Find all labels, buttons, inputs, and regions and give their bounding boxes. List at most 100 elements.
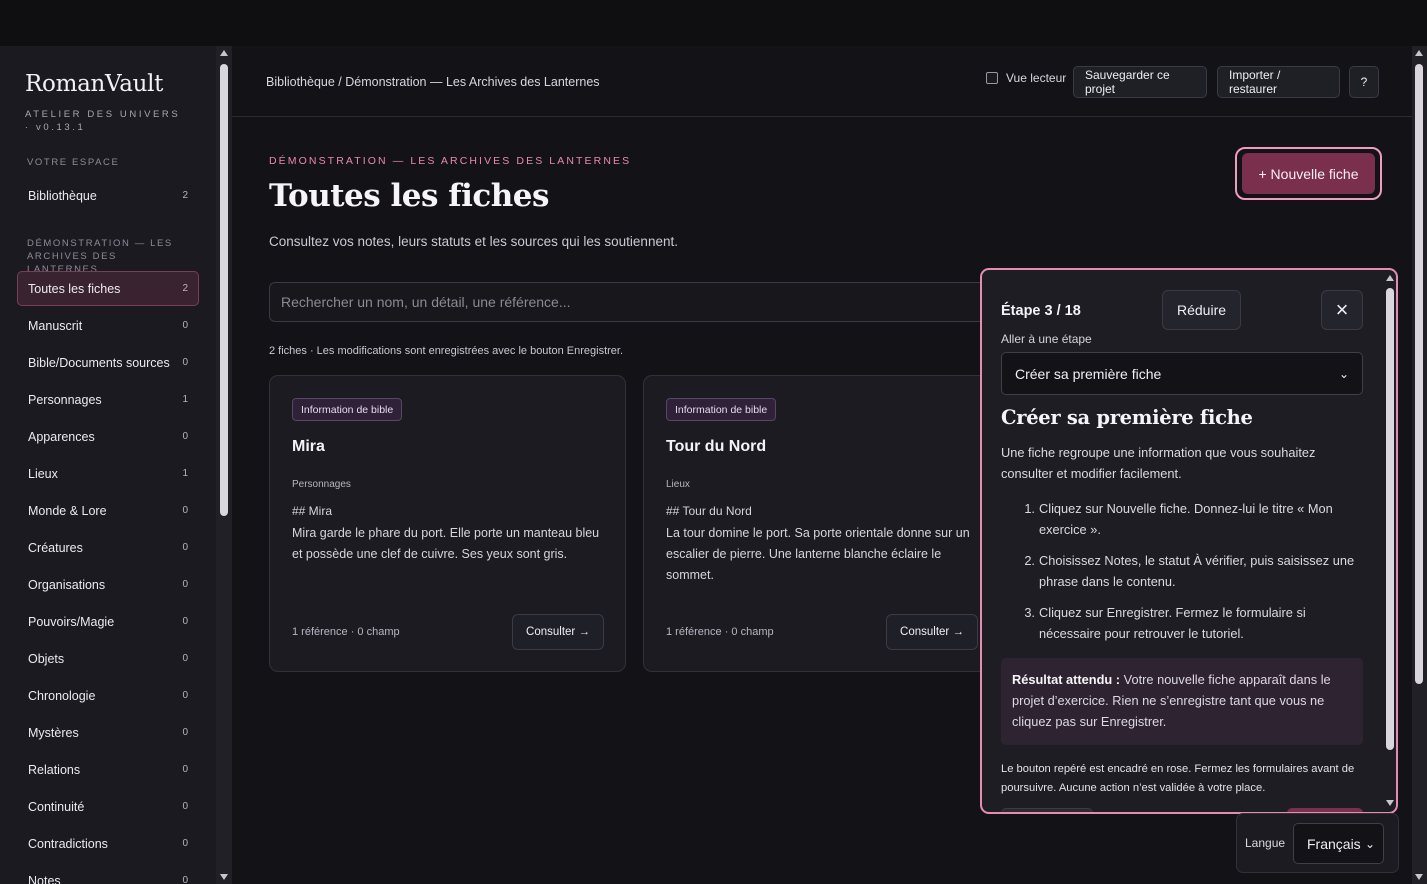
sidebar-item-places[interactable]: Lieux 1 [17,456,199,491]
sidebar-item-appearances[interactable]: Apparences 0 [17,419,199,454]
sidebar-item-label: Continuité [28,799,85,814]
card-category: Personnages [292,479,351,490]
scroll-down-arrow-icon[interactable] [1415,874,1423,880]
status-line: 2 fiches · Les modifications sont enregi… [269,345,624,357]
sidebar-item-label: Contradictions [28,836,108,851]
sidebar-item-label: Bible/Documents sources [28,355,170,370]
tutorial-intro: Une fiche regroupe une information que v… [1001,445,1316,481]
sidebar-item-count: 0 [182,431,188,442]
scroll-up-arrow-icon[interactable] [1415,50,1423,56]
sidebar-item-world-lore[interactable]: Monde & Lore 0 [17,493,199,528]
sidebar-item-count: 2 [182,190,188,201]
sidebar-item-label: Toutes les fiches [28,281,121,296]
tutorial-scrollbar[interactable] [1384,270,1396,812]
expected-result-box: Résultat attendu : Votre nouvelle fiche … [1001,658,1363,745]
sidebar-item-count: 0 [182,579,188,590]
card-body: La tour domine le port. Sa porte orienta… [666,526,970,582]
sidebar-item-count: 0 [182,801,188,812]
sidebar-item-label: Personnages [28,392,102,407]
sidebar-item-count: 0 [182,357,188,368]
step-select[interactable]: Créer sa première fiche ⌄ [1001,352,1363,395]
import-restore-button[interactable]: Importer / restaurer [1217,66,1340,98]
top-header: Bibliothèque / Démonstration — Les Archi… [232,46,1412,117]
sidebar-section-space: VOTRE ESPACE [27,157,120,168]
sidebar-item-count: 0 [182,764,188,775]
sidebar-item-relations[interactable]: Relations 0 [17,752,199,787]
sidebar-item-count: 0 [182,690,188,701]
close-button[interactable]: × [1321,290,1363,330]
breadcrumb[interactable]: Bibliothèque / Démonstration — Les Archi… [266,75,600,89]
page-scrollbar[interactable] [1412,46,1427,884]
consult-button[interactable]: Consulter → [512,614,604,650]
page-description: Consultez vos notes, leurs statuts et le… [269,234,678,249]
sidebar-item-count: 0 [182,542,188,553]
sidebar-scroll-thumb[interactable] [220,64,228,516]
language-select[interactable]: Français ⌄ [1293,823,1384,864]
tutorial-heading: Créer sa première fiche [1001,406,1253,429]
window-top-strip [0,0,1427,46]
search-input[interactable]: Rechercher un nom, un détail, une référe… [269,282,1029,322]
tutorial-scroll-thumb[interactable] [1386,288,1394,750]
sidebar-item-characters[interactable]: Personnages 1 [17,382,199,417]
sidebar: RomanVault ATELIER DES UNIVERS · v0.13.1… [0,46,216,884]
reader-view-checkbox[interactable] [986,72,998,84]
card-title: Tour du Nord [666,438,767,455]
sidebar-scrollbar[interactable] [216,46,232,884]
sidebar-item-powers-magic[interactable]: Pouvoirs/Magie 0 [17,604,199,639]
scroll-up-arrow-icon[interactable] [1386,275,1394,281]
tutorial-step-counter: Étape 3 / 18 [1001,303,1081,319]
sidebar-item-contradictions[interactable]: Contradictions 0 [17,826,199,861]
new-sheet-button[interactable]: + Nouvelle fiche [1242,153,1375,194]
language-panel: Langue Français ⌄ [1236,813,1399,873]
scroll-down-arrow-icon[interactable] [220,874,228,880]
previous-step-button[interactable] [1001,808,1093,812]
list-item-text: Choisissez Notes, le statut À vérifier, … [1039,553,1355,589]
card-body: Mira garde le phare du port. Elle porte … [292,526,600,561]
scroll-down-arrow-icon[interactable] [1386,800,1394,806]
language-select-value: Français [1307,835,1361,852]
list-item-number: 2. [1024,553,1035,568]
page-title: Toutes les fiches [269,178,549,214]
sidebar-item-count: 0 [182,505,188,516]
sidebar-item-manuscript[interactable]: Manuscrit 0 [17,308,199,343]
help-button[interactable]: ? [1349,66,1379,98]
sidebar-item-objects[interactable]: Objets 0 [17,641,199,676]
sidebar-item-mysteries[interactable]: Mystères 0 [17,715,199,750]
sidebar-item-label: Objets [28,651,65,666]
list-item: 3. Cliquez sur Enregistrer. Fermez le fo… [1001,602,1363,644]
chevron-down-icon: ⌄ [1364,836,1375,851]
reader-view-toggle[interactable]: Vue lecteur [986,71,1066,85]
tutorial-footer-note: Le bouton repéré est encadré en rose. Fe… [1001,763,1355,794]
sidebar-item-label: Monde & Lore [28,503,107,518]
list-item-number: 3. [1024,605,1035,620]
card-badge: Information de bible [292,398,403,421]
consult-button[interactable]: Consulter → [886,614,978,650]
sidebar-item-notes[interactable]: Notes 0 [17,863,199,884]
sidebar-item-chronology[interactable]: Chronologie 0 [17,678,199,713]
sidebar-item-organisations[interactable]: Organisations 0 [17,567,199,602]
card-heading: ## Mira [292,504,333,518]
list-item-number: 1. [1024,501,1035,516]
list-item-text: Cliquez sur Enregistrer. Fermez le formu… [1039,605,1306,641]
sidebar-item-label: Organisations [28,577,106,592]
sidebar-item-all-sheets[interactable]: Toutes les fiches 2 [17,271,199,306]
page-scroll-thumb[interactable] [1415,64,1423,684]
sidebar-item-continuity[interactable]: Continuité 0 [17,789,199,824]
brand-title: RomanVault [25,71,164,97]
scroll-up-arrow-icon[interactable] [220,50,228,56]
card-badge: Information de bible [666,398,777,421]
reduce-button[interactable]: Réduire [1162,290,1241,330]
chevron-down-icon: ⌄ [1338,366,1349,381]
save-project-button[interactable]: Sauvegarder ce projet [1073,66,1207,98]
goto-step-label: Aller à une étape [1001,332,1092,346]
sidebar-item-library[interactable]: Bibliothèque 2 [17,178,199,213]
sidebar-item-count: 0 [182,320,188,331]
sidebar-item-creatures[interactable]: Créatures 0 [17,530,199,565]
sidebar-item-bible-sources[interactable]: Bible/Documents sources 0 [17,345,199,380]
tutorial-steps-list: 1. Cliquez sur Nouvelle fiche. Donnez-lu… [1001,498,1363,654]
sidebar-item-count: 1 [182,394,188,405]
sidebar-item-label: Pouvoirs/Magie [28,614,115,629]
brand-subtitle: ATELIER DES UNIVERS · v0.13.1 [25,109,181,133]
sheet-card: Information de bible Tour du Nord Lieux … [643,375,1000,672]
sidebar-item-label: Apparences [28,429,95,444]
